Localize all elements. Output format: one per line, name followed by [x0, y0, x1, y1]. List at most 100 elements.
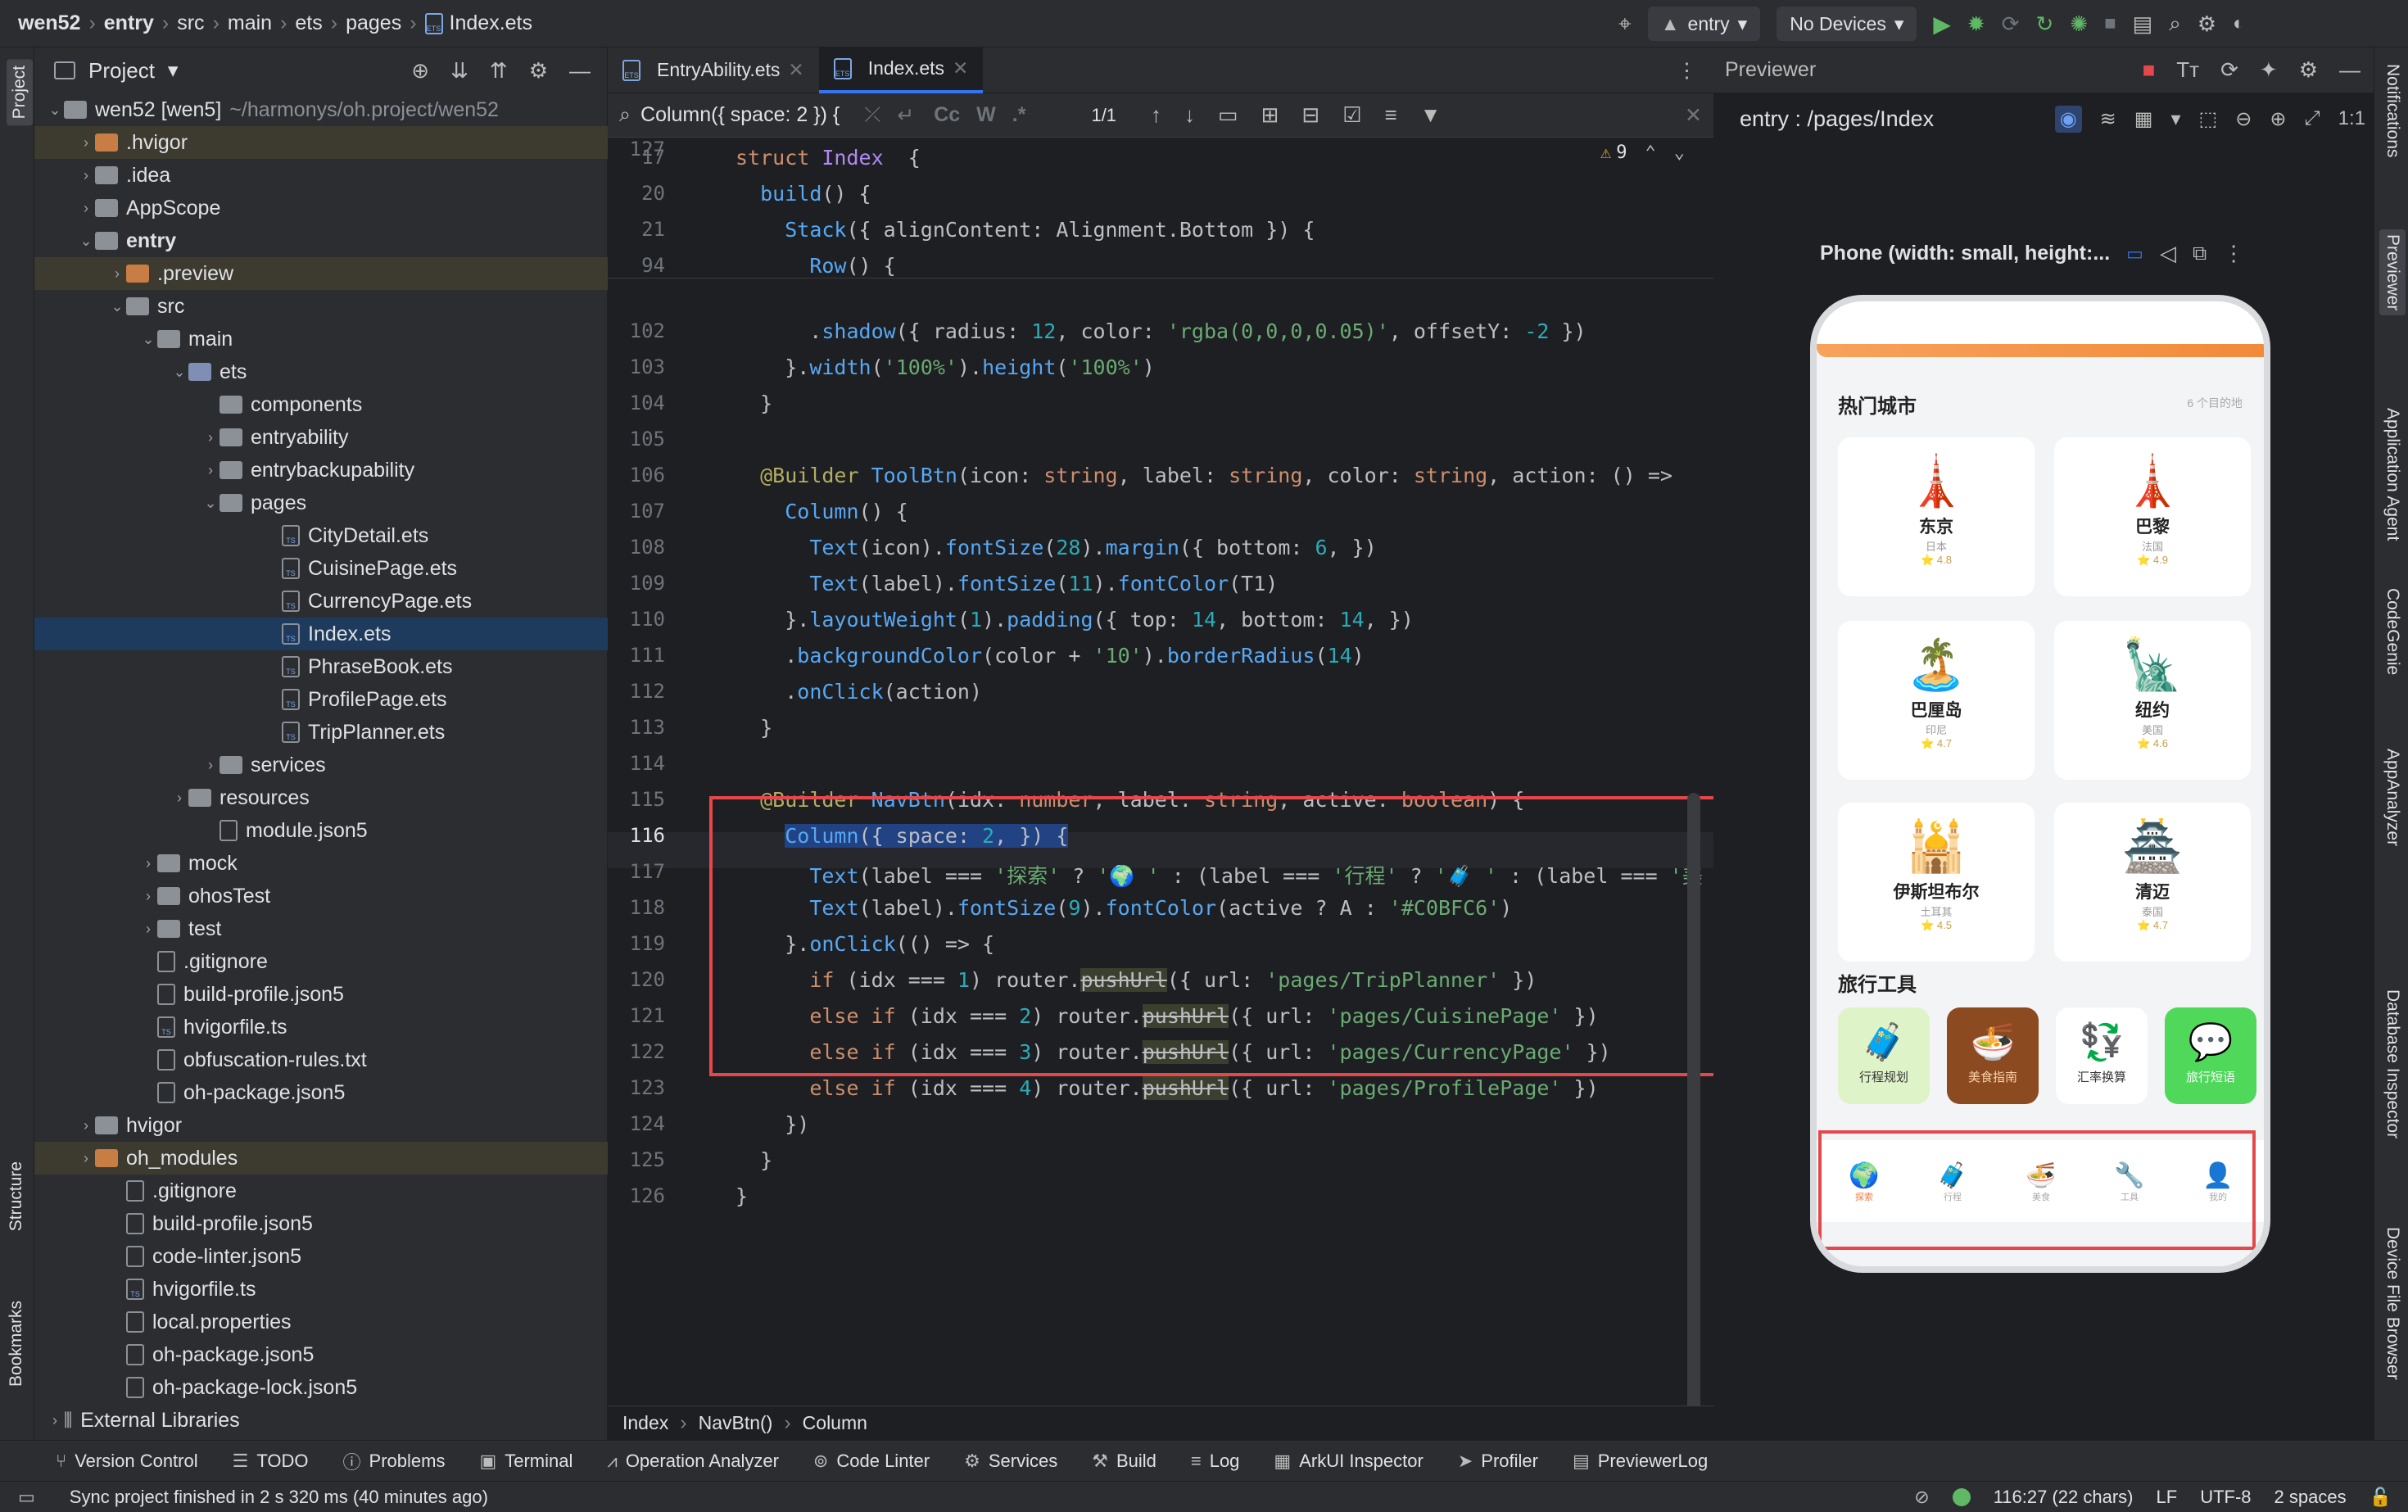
chevron-right-icon[interactable]: › — [139, 888, 157, 905]
tree-item[interactable]: TS CuisinePage.ets — [34, 552, 608, 585]
code-line[interactable]: }) — [736, 1112, 809, 1136]
locate-icon[interactable]: ⊕ — [411, 58, 429, 84]
chevron-right-icon[interactable]: › — [139, 855, 157, 872]
pin-icon[interactable]: ✦ — [2260, 57, 2278, 83]
code-line[interactable]: } — [736, 1148, 772, 1172]
profile-icon[interactable]: ✺ — [2070, 11, 2088, 37]
frame-icon[interactable]: ⬚ — [2199, 107, 2218, 131]
ratio-icon[interactable]: 1:1 — [2338, 107, 2365, 130]
chevron-down-icon[interactable]: ⌄ — [139, 331, 157, 348]
city-card[interactable]: 🗽 纽约 美国 ⭐ 4.6 — [2054, 621, 2251, 780]
regex-toggle[interactable]: .* — [1012, 103, 1026, 127]
tab-entryability[interactable]: ETS EntryAbility.ets ✕ — [608, 48, 819, 93]
code-line[interactable]: @Builder ToolBtn(icon: string, label: st… — [736, 464, 1672, 487]
city-card[interactable]: 🏯 清迈 泰国 ⭐ 4.7 — [2054, 803, 2251, 962]
tree-item[interactable]: module.json5 — [34, 814, 608, 847]
tree-item[interactable]: components — [34, 388, 608, 421]
reload-icon[interactable]: ↻ — [2036, 11, 2054, 37]
tree-item[interactable]: oh-package.json5 — [34, 1338, 608, 1371]
chevron-right-icon[interactable]: › — [170, 790, 188, 807]
code-line[interactable]: Text(label).fontSize(11).fontColor(T1) — [736, 572, 1278, 595]
filter-icon[interactable]: ▼ — [1420, 102, 1442, 128]
tree-item[interactable]: TS Index.ets — [34, 618, 608, 650]
chevron-down-icon[interactable]: ⌄ — [1674, 143, 1685, 163]
device-file-browser-tab[interactable]: Device File Browser — [2383, 1227, 2402, 1380]
chevron-down-icon[interactable]: ▾ — [168, 58, 179, 83]
back-icon[interactable]: ◁ — [2160, 241, 2176, 266]
profile-avatar-icon[interactable]: ◐ — [2233, 12, 2245, 35]
chevron-right-icon[interactable]: › — [201, 429, 220, 446]
city-card[interactable]: 🗼 东京 日本 ⭐ 4.8 — [1838, 437, 2035, 596]
tree-item[interactable]: › hvigor — [34, 1109, 608, 1142]
close-icon[interactable]: ✕ — [953, 57, 968, 79]
breadcrumb-item[interactable]: src — [177, 11, 204, 35]
city-card[interactable]: 🏝️ 巴厘岛 印尼 ⭐ 4.7 — [1838, 621, 2035, 780]
chevron-right-icon[interactable]: › — [201, 757, 220, 774]
project-title[interactable]: Project — [88, 58, 155, 84]
tool-window-button[interactable]: ≡ Log — [1191, 1451, 1240, 1472]
settings-icon[interactable]: ⚙ — [2198, 11, 2216, 37]
notifications-tab[interactable]: Notifications — [2383, 64, 2402, 157]
debug-icon[interactable]: ✹ — [1967, 11, 1985, 37]
code-line[interactable]: } — [736, 392, 772, 415]
tree-item[interactable]: › entryability — [34, 421, 608, 454]
code-line[interactable]: }.layoutWeight(1).padding({ top: 14, bot… — [736, 608, 1414, 632]
tree-item[interactable]: .gitignore — [34, 945, 608, 978]
chevron-right-icon[interactable]: › — [201, 462, 220, 479]
chevron-right-icon[interactable]: › — [108, 265, 126, 283]
stop-icon[interactable]: ■ — [2104, 12, 2116, 35]
multi-device-icon[interactable]: ⧉ — [2193, 242, 2207, 265]
zoom-out-icon[interactable]: ⊖ — [2235, 107, 2252, 131]
tab-index[interactable]: ETS Index.ets ✕ — [818, 47, 984, 93]
breadcrumb-item[interactable]: pages — [346, 11, 401, 35]
breadcrumb-item[interactable]: wen52 — [18, 11, 80, 35]
breadcrumb-item[interactable]: Column — [803, 1412, 867, 1434]
tree-item[interactable]: › .hvigor — [34, 126, 608, 159]
chevron-right-icon[interactable]: › — [77, 134, 95, 152]
code-line[interactable]: else if (idx === 4) router.pushUrl({ url… — [736, 1076, 1599, 1100]
tree-item[interactable]: › ohosTest — [34, 880, 608, 912]
chevron-right-icon[interactable]: › — [139, 921, 157, 938]
search-icon[interactable]: ⌕ — [2169, 11, 2181, 37]
select-all-icon[interactable]: ▭ — [1218, 102, 1238, 128]
cursor-position[interactable]: 116:27 (22 chars) — [1994, 1487, 2134, 1508]
grid-icon[interactable]: ▦ — [2134, 107, 2153, 131]
tree-item[interactable]: oh-package.json5 — [34, 1076, 608, 1109]
remove-selection-icon[interactable]: ⊟ — [1301, 102, 1319, 128]
words-toggle[interactable]: W — [976, 103, 996, 127]
tool-button[interactable]: 🧳 行程规划 — [1838, 1007, 1930, 1104]
minimize-icon[interactable]: — — [2339, 57, 2360, 83]
lock-icon[interactable]: 🔓 — [2370, 1487, 2392, 1508]
tree-item[interactable]: obfuscation-rules.txt — [34, 1043, 608, 1076]
tool-window-button[interactable]: ⓘ Problems — [343, 1448, 446, 1474]
chevron-right-icon[interactable]: › — [46, 1412, 64, 1429]
application-agent-tab[interactable]: Application Agent — [2383, 408, 2402, 541]
minimize-icon[interactable]: — — [569, 58, 591, 84]
tool-window-button[interactable]: ⩘ Operation Analyzer — [607, 1451, 779, 1472]
collapse-all-icon[interactable]: ⇈ — [490, 58, 508, 84]
tree-item[interactable]: build-profile.json5 — [34, 1207, 608, 1240]
editor-scrollbar[interactable] — [1687, 793, 1700, 1497]
tree-item[interactable]: › resources — [34, 781, 608, 814]
module-select[interactable]: ▲ entry ▾ — [1647, 7, 1761, 41]
indent-setting[interactable]: 2 spaces — [2274, 1487, 2347, 1508]
more-icon[interactable]: ⋮ — [2223, 241, 2244, 266]
code-view[interactable]: ⚠ 9 ⌃ ⌄ 17 struct Index {20 build() {21 Stac… — [608, 138, 1722, 1497]
chevron-right-icon[interactable]: › — [77, 1117, 95, 1134]
next-match-icon[interactable]: ↓ — [1184, 102, 1195, 128]
structure-tool-tab[interactable]: Structure — [7, 1161, 26, 1231]
stop-icon[interactable]: ■ — [2143, 57, 2156, 83]
tree-item[interactable]: › oh_modules — [34, 1142, 608, 1175]
zoom-in-icon[interactable]: ⊕ — [2270, 107, 2286, 131]
tree-item[interactable]: ⌄ wen52 [wen5] ~/harmonys/oh.project/wen52 — [34, 93, 608, 126]
tree-item[interactable]: .gitignore — [34, 1175, 608, 1207]
line-separator[interactable]: LF — [2157, 1487, 2178, 1508]
code-line[interactable]: } — [736, 716, 772, 740]
bookmarks-tool-tab[interactable]: Bookmarks — [7, 1301, 26, 1387]
tree-item[interactable]: › mock — [34, 847, 608, 880]
code-line[interactable]: Text(icon).fontSize(28).margin({ bottom:… — [736, 536, 1376, 559]
project-tool-tab[interactable]: Project — [7, 59, 33, 126]
fit-icon[interactable]: ⤢ — [2304, 107, 2320, 130]
status-ok-icon[interactable] — [1952, 1487, 1971, 1506]
chevron-down-icon[interactable]: ⌄ — [170, 364, 188, 381]
